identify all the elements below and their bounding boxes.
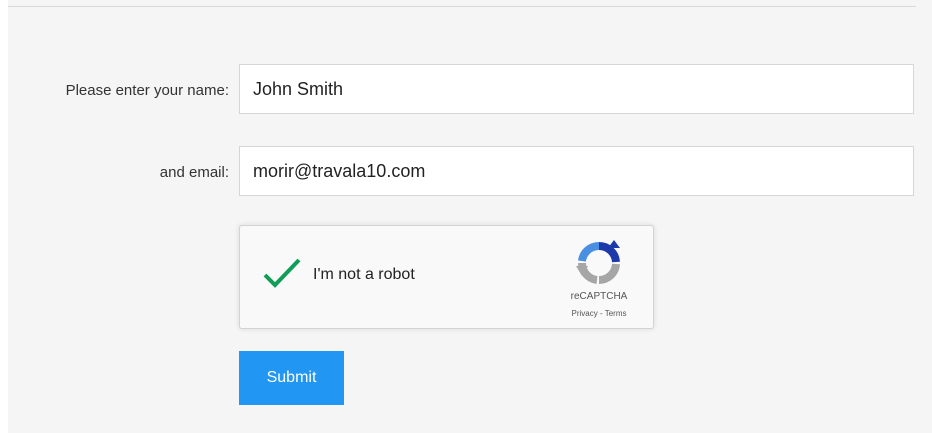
- email-label: and email:: [159, 164, 229, 181]
- captcha-label: I'm not a robot: [313, 266, 415, 283]
- captcha-links: Privacy - Terms: [540, 309, 658, 318]
- recaptcha-logo-icon: [574, 240, 624, 286]
- privacy-link[interactable]: Privacy: [572, 309, 598, 318]
- checkmark-icon: [263, 258, 301, 288]
- terms-link[interactable]: Terms: [605, 309, 627, 318]
- name-field[interactable]: [239, 64, 914, 114]
- submit-button[interactable]: Submit: [239, 351, 344, 405]
- recaptcha-brand: reCAPTCHA: [570, 291, 628, 302]
- recaptcha-widget: I'm not a robot reCAPTCHA Privacy - Term…: [239, 225, 654, 329]
- captcha-checkbox[interactable]: [262, 257, 302, 291]
- email-field[interactable]: [239, 146, 914, 196]
- name-label: Please enter your name:: [65, 82, 229, 99]
- links-separator: -: [597, 309, 605, 318]
- top-divider: [8, 6, 916, 7]
